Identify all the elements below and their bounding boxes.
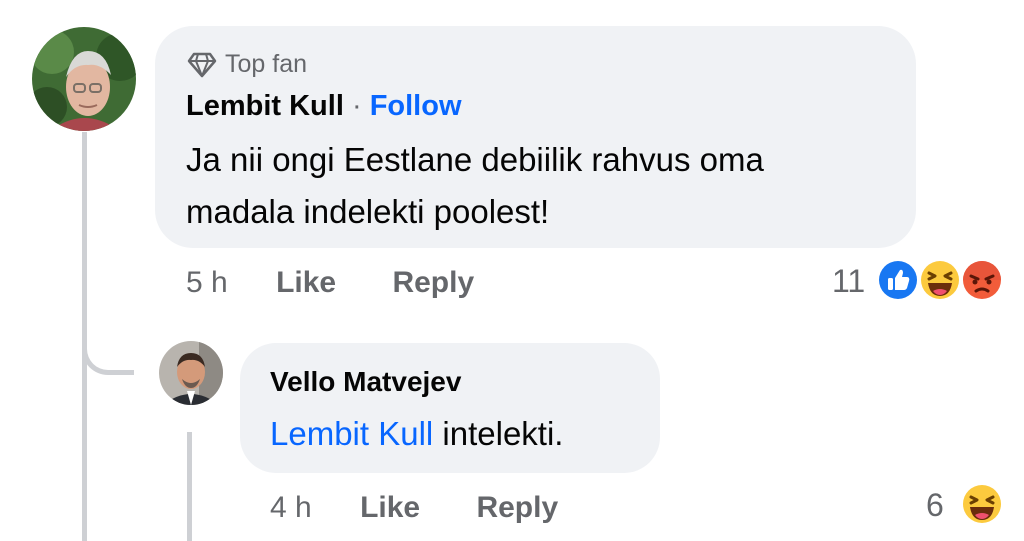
thread-connector [82,320,134,375]
reaction-count[interactable]: 11 [832,263,865,300]
author-name[interactable]: Lembit Kull [186,90,344,122]
comment-author[interactable]: Lembit Kull · Follow [186,90,462,123]
like-button[interactable]: Like [360,491,420,524]
like-icon[interactable] [876,258,920,302]
reply-button[interactable]: Reply [476,491,558,524]
follow-button[interactable]: Follow [370,90,462,122]
reply-text-body: intelekti. [433,415,564,452]
thread-line-reply [187,432,192,541]
comment-meta: 5 h Like Reply [186,266,474,300]
comment-text: Ja nii ongi Eestlane debiilik rahvus oma… [186,134,764,238]
avatar-vello-matvejev[interactable] [159,341,223,405]
timestamp[interactable]: 5 h [186,266,228,299]
comment-text-line: madala indelekti poolest! [186,193,550,230]
top-fan-badge: Top fan [187,50,307,79]
reply-author[interactable]: Vello Matvejev [270,366,461,398]
reaction-count[interactable]: 6 [926,487,944,524]
avatar-lembit-kull[interactable] [32,27,136,131]
comment-text-line: Ja nii ongi Eestlane debiilik rahvus oma [186,141,764,178]
diamond-icon [187,52,217,77]
top-fan-label: Top fan [225,50,308,78]
like-button[interactable]: Like [276,266,336,299]
separator-dot: · [351,90,362,122]
mention-link[interactable]: Lembit Kull [270,415,433,452]
angry-icon[interactable] [960,258,1004,302]
reply-meta: 4 h Like Reply [270,491,558,525]
haha-icon[interactable] [960,482,1004,526]
reply-button[interactable]: Reply [392,266,474,299]
timestamp[interactable]: 4 h [270,491,312,524]
haha-icon[interactable] [918,258,962,302]
reply-text: Lembit Kull intelekti. [270,409,563,459]
